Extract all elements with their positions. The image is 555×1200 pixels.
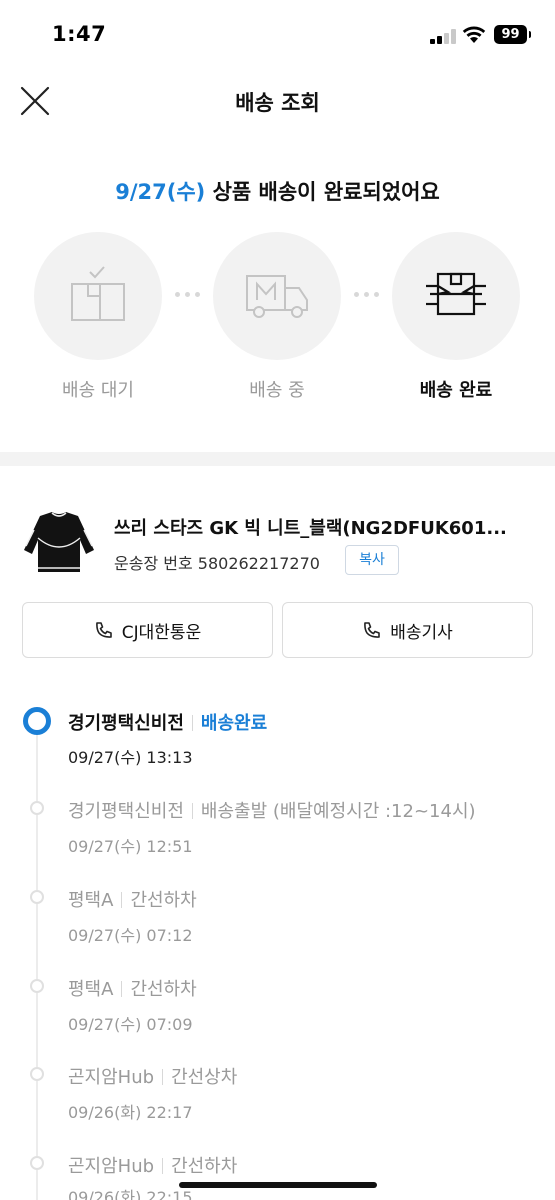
timeline-location: 평택A 간선하차 — [68, 979, 197, 1000]
tracking-label: 운송장 번호 — [114, 554, 193, 573]
timeline-location: 곤지암Hub 간선상차 — [68, 1067, 238, 1088]
phone-icon — [95, 622, 112, 638]
step-connector — [175, 292, 211, 300]
driver-call-label: 배송기사 — [390, 622, 453, 643]
timeline-dot — [30, 1067, 44, 1081]
step-waiting — [34, 232, 162, 360]
timeline-location: 경기평택신비전 배송완료 — [68, 713, 268, 734]
timeline-dot — [30, 979, 44, 993]
header: 배송 조회 — [0, 70, 555, 132]
copy-button[interactable]: 복사 — [345, 545, 399, 575]
delivery-truck-icon — [246, 275, 308, 318]
step-label-in-transit: 배송 중 — [249, 380, 305, 401]
timeline-dot-active — [23, 707, 51, 735]
status-time: 1:47 — [52, 22, 107, 46]
timeline-item: 평택A 간선하차 09/27(수) 07:09 — [0, 973, 555, 1061]
timeline-time: 09/26(화) 22:17 — [68, 1103, 193, 1122]
timeline-time: 09/27(수) 07:09 — [68, 1015, 193, 1034]
step-label-waiting: 배송 대기 — [62, 380, 134, 401]
package-handover-icon — [426, 272, 486, 316]
timeline-dot — [30, 890, 44, 904]
tracking-number: 운송장 번호 580262217270 — [114, 550, 320, 574]
timeline-item: 경기평택신비전 배송출발 (배달예정시간 :12~14시) 09/27(수) 12… — [0, 795, 555, 883]
wifi-icon — [462, 26, 486, 43]
timeline-status: 간선상차 — [171, 1067, 238, 1088]
phone-icon — [364, 622, 381, 638]
timeline-item: 곤지암Hub 간선상차 09/26(화) 22:17 — [0, 1061, 555, 1149]
step-label-delivered: 배송 완료 — [419, 380, 493, 401]
timeline-dot — [30, 801, 44, 815]
timeline-item: 평택A 간선하차 09/27(수) 07:12 — [0, 884, 555, 972]
tracking-value: 580262217270 — [197, 554, 320, 573]
delivery-date: 9/27(수) — [115, 180, 206, 204]
page-title: 배송 조회 — [235, 91, 320, 115]
step-delivered — [392, 232, 520, 360]
timeline-time: 09/26(화) 22:15 — [68, 1188, 193, 1200]
step-in-transit — [213, 232, 341, 360]
carrier-call-button[interactable]: CJ대한통운 — [22, 602, 273, 658]
timeline-item: 경기평택신비전 배송완료 09/27(수) 13:13 — [0, 706, 555, 794]
timeline-time: 09/27(수) 13:13 — [68, 748, 193, 767]
product-name: 쓰리 스타즈 GK 빅 니트_블랙(NG2DFUK601... — [114, 518, 507, 539]
box-check-icon — [71, 266, 125, 321]
step-connector — [354, 292, 390, 300]
cellular-signal-icon — [430, 28, 456, 44]
delivery-steps: 배송 대기 배송 중 배송 완료 — [0, 232, 555, 412]
delivery-status-text: 상품 배송이 완료되었어요 — [205, 180, 440, 204]
delivery-status-headline: 9/27(수) 상품 배송이 완료되었어요 — [0, 176, 555, 206]
battery-icon: 99 — [494, 25, 531, 44]
timeline-status: 간선하차 — [130, 890, 197, 911]
status-bar: 1:47 99 — [0, 0, 555, 70]
timeline-dot — [30, 1156, 44, 1170]
timeline-time: 09/27(수) 07:12 — [68, 926, 193, 945]
timeline-item: 곤지암Hub 간선하차 09/26(화) 22:15 — [0, 1150, 555, 1200]
timeline-time: 09/27(수) 12:51 — [68, 837, 193, 856]
product-thumbnail — [24, 512, 94, 572]
driver-call-button[interactable]: 배송기사 — [282, 602, 533, 658]
timeline-location: 평택A 간선하차 — [68, 890, 197, 911]
timeline-location: 곤지암Hub 간선하차 — [68, 1156, 238, 1177]
timeline-status: 간선하차 — [171, 1156, 238, 1177]
timeline-status: 배송출발 (배달예정시간 :12~14시) — [200, 801, 476, 822]
timeline-location: 경기평택신비전 배송출발 (배달예정시간 :12~14시) — [68, 801, 476, 822]
carrier-call-label: CJ대한통운 — [121, 622, 202, 643]
timeline-status: 간선하차 — [130, 979, 197, 1000]
home-indicator[interactable] — [179, 1182, 377, 1188]
section-divider — [0, 452, 555, 466]
timeline-status: 배송완료 — [200, 713, 268, 734]
